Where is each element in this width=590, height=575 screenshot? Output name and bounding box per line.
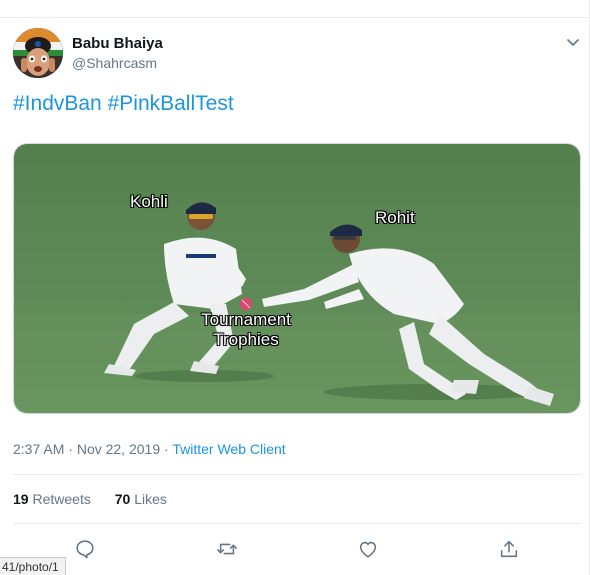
stats-divider-bottom	[13, 523, 581, 524]
share-icon[interactable]	[498, 538, 522, 562]
hashtag-link[interactable]: #IndvBan	[13, 92, 102, 115]
likes-label: Likes	[134, 491, 167, 507]
likes-stat[interactable]: 70 Likes	[115, 491, 167, 507]
tweet-photo[interactable]: Kohli Rohit Tournament Trophies	[13, 143, 581, 414]
top-divider	[0, 17, 590, 18]
hashtag-link[interactable]: #PinkBallTest	[108, 92, 234, 115]
like-icon[interactable]	[357, 538, 381, 562]
retweets-stat[interactable]: 19 Retweets	[13, 491, 91, 507]
tweet-text: #IndvBan #PinkBallTest	[13, 92, 234, 116]
reply-icon[interactable]	[74, 538, 98, 562]
cricket-field-image	[14, 144, 580, 413]
retweets-count: 19	[13, 491, 29, 507]
tweet-date[interactable]: Nov 22, 2019	[77, 441, 160, 457]
author-handle[interactable]: @Shahrcasm	[72, 55, 157, 71]
meme-label-right: Rohit	[375, 208, 415, 227]
engagement-stats: 19 Retweets 70 Likes	[13, 491, 187, 507]
source-client-link[interactable]: Twitter Web Client	[172, 441, 285, 457]
meme-label-left: Kohli	[130, 192, 168, 211]
chevron-down-icon[interactable]	[565, 34, 581, 50]
retweets-label: Retweets	[32, 491, 91, 507]
meme-label-ball: Tournament Trophies	[201, 310, 291, 349]
tweet-timestamp: 2:37 AM · Nov 22, 2019 · Twitter Web Cli…	[13, 441, 286, 457]
retweet-icon[interactable]	[216, 538, 240, 562]
avatar[interactable]	[13, 28, 63, 78]
stats-divider-top	[13, 474, 581, 475]
likes-count: 70	[114, 491, 131, 507]
author-name[interactable]: Babu Bhaiya	[72, 35, 163, 52]
meta-separator: ·	[64, 441, 77, 457]
avatar-image	[13, 28, 63, 78]
tweet-time[interactable]: 2:37 AM	[13, 441, 64, 457]
meta-separator: ·	[160, 441, 173, 457]
status-url-tooltip: 41/photo/1	[0, 557, 66, 575]
